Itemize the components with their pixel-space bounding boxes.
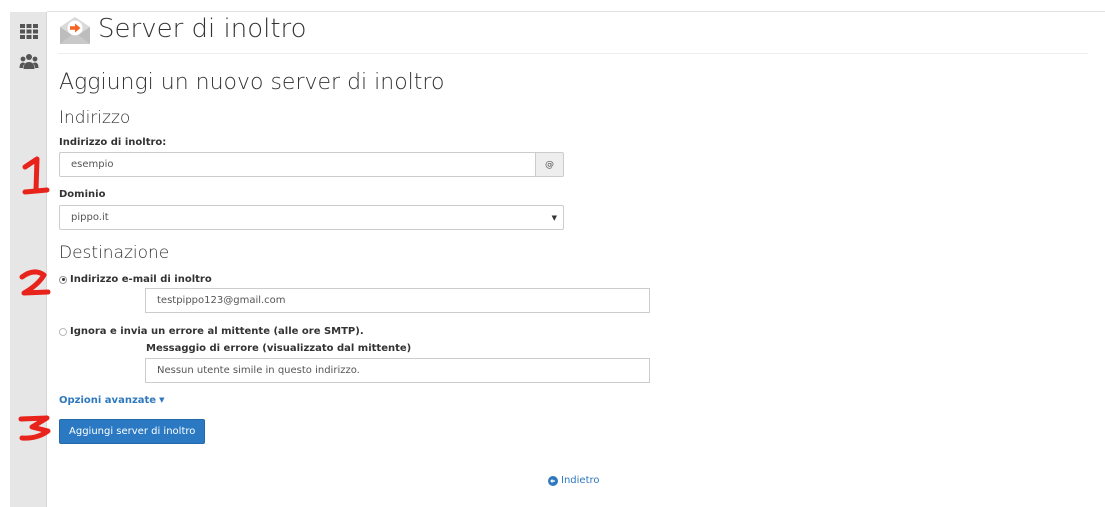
users-icon[interactable] bbox=[19, 52, 39, 72]
forward-email-input[interactable] bbox=[145, 288, 650, 313]
back-link-label: Indietro bbox=[561, 475, 600, 486]
forward-email-radio[interactable] bbox=[59, 275, 67, 284]
domain-selected-value: pippo.it bbox=[71, 212, 109, 223]
add-forwarder-button[interactable]: Aggiungi server di inoltro bbox=[59, 419, 206, 444]
annotation-number-3 bbox=[18, 415, 51, 441]
page-header: Server di inoltro bbox=[58, 14, 1058, 54]
arrow-circle-left-icon bbox=[548, 475, 558, 486]
address-heading: Indirizzo bbox=[59, 108, 131, 128]
forward-email-option[interactable]: Indirizzo e-mail di inoltro bbox=[59, 274, 212, 285]
page-title: Server di inoltro bbox=[98, 14, 307, 44]
forwarder-envelope-icon bbox=[60, 17, 90, 44]
annotation-number-1 bbox=[22, 156, 50, 195]
domain-label: Dominio bbox=[59, 189, 106, 200]
main-content: Server di inoltro Aggiungi un nuovo serv… bbox=[47, 12, 1105, 507]
advanced-options-toggle[interactable]: Opzioni avanzate ▼ bbox=[59, 395, 164, 406]
at-symbol-addon: @ bbox=[536, 152, 564, 177]
fail-option[interactable]: Ignora e invia un errore al mittente (al… bbox=[59, 326, 364, 337]
chevron-down-icon: ▼ bbox=[551, 213, 557, 222]
form-title: Aggiungi un nuovo server di inoltro bbox=[59, 70, 445, 95]
forward-address-group: @ bbox=[59, 152, 564, 177]
forward-email-option-label: Indirizzo e-mail di inoltro bbox=[70, 274, 212, 285]
error-message-input[interactable] bbox=[145, 358, 650, 383]
error-message-label: Messaggio di errore (visualizzato dal mi… bbox=[146, 343, 412, 354]
back-link[interactable]: Indietro bbox=[548, 475, 600, 486]
grid-icon[interactable] bbox=[19, 21, 39, 41]
fail-radio[interactable] bbox=[59, 327, 67, 336]
advanced-options-label: Opzioni avanzate bbox=[59, 395, 157, 406]
annotation-number-2 bbox=[19, 269, 51, 296]
fail-option-label: Ignora e invia un errore al mittente (al… bbox=[70, 326, 364, 337]
destination-heading: Destinazione bbox=[59, 243, 170, 263]
caret-down-icon: ▼ bbox=[159, 396, 165, 404]
header-divider bbox=[58, 53, 1088, 54]
forward-address-label: Indirizzo di inoltro: bbox=[59, 137, 167, 148]
forward-address-input[interactable] bbox=[59, 152, 536, 177]
domain-select[interactable]: pippo.it ▼ bbox=[59, 205, 564, 230]
